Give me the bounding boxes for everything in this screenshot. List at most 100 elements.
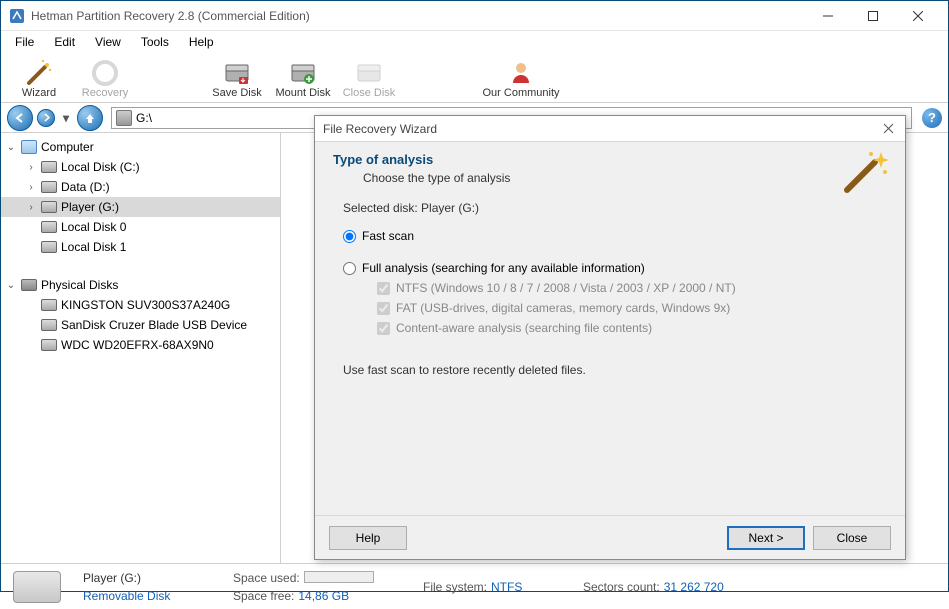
app-icon — [9, 8, 25, 24]
recovery-button: Recovery — [75, 59, 135, 99]
tree-item-label: Local Disk 1 — [61, 240, 126, 254]
menu-tools[interactable]: Tools — [131, 33, 179, 51]
dialog-body: Type of analysis Choose the type of anal… — [315, 142, 905, 515]
content-aware-checkbox-input — [377, 322, 390, 335]
up-button[interactable] — [77, 105, 103, 131]
community-label: Our Community — [482, 87, 559, 99]
dialog-title: File Recovery Wizard — [323, 122, 879, 136]
full-analysis-radio-input[interactable] — [343, 262, 356, 275]
status-bar: Player (G:) Removable Disk Space used: S… — [1, 563, 948, 609]
dialog-subheading: Choose the type of analysis — [363, 171, 887, 185]
close-button[interactable]: Close — [813, 526, 891, 550]
fast-scan-radio[interactable]: Fast scan — [343, 229, 887, 243]
chevron-right-icon: › — [25, 182, 37, 193]
save-disk-button[interactable]: Save Disk — [207, 59, 267, 99]
tree-physical-label: Physical Disks — [41, 278, 118, 292]
close-disk-button: Close Disk — [339, 59, 399, 99]
sectors-label: Sectors count: — [583, 580, 660, 594]
tree-computer[interactable]: ⌄ Computer — [1, 137, 280, 157]
close-disk-label: Close Disk — [343, 87, 396, 99]
chevron-right-icon: › — [25, 162, 37, 173]
menu-help[interactable]: Help — [179, 33, 224, 51]
full-analysis-label: Full analysis (searching for any availab… — [362, 261, 645, 275]
drive-icon — [41, 199, 57, 215]
tree-item[interactable]: › Local Disk 0 — [1, 217, 280, 237]
full-analysis-radio[interactable]: Full analysis (searching for any availab… — [343, 261, 887, 275]
minimize-button[interactable] — [805, 2, 850, 30]
community-icon — [507, 59, 535, 87]
tree-physical[interactable]: ⌄ Physical Disks — [1, 275, 280, 295]
fat-checkbox: FAT (USB-drives, digital cameras, memory… — [377, 301, 887, 315]
tree-item[interactable]: › SanDisk Cruzer Blade USB Device — [1, 315, 280, 335]
window-title: Hetman Partition Recovery 2.8 (Commercia… — [31, 9, 805, 23]
fast-scan-radio-input[interactable] — [343, 230, 356, 243]
tree-item-label: Player (G:) — [61, 200, 119, 214]
dialog-hint: Use fast scan to restore recently delete… — [343, 363, 887, 377]
drive-large-icon — [13, 571, 61, 603]
back-button[interactable] — [7, 105, 33, 131]
ntfs-label: NTFS (Windows 10 / 8 / 7 / 2008 / Vista … — [396, 281, 736, 295]
dialog-footer: Help Next > Close — [315, 515, 905, 559]
community-button[interactable]: Our Community — [471, 59, 571, 99]
dialog-close-icon[interactable] — [879, 120, 897, 138]
tree-computer-label: Computer — [41, 140, 94, 154]
tree-item-label: Local Disk 0 — [61, 220, 126, 234]
tree-item-label: KINGSTON SUV300S37A240G — [61, 298, 230, 312]
history-dropdown[interactable]: ▾ — [59, 105, 73, 131]
menu-bar: File Edit View Tools Help — [1, 31, 948, 53]
content-aware-checkbox: Content-aware analysis (searching file c… — [377, 321, 887, 335]
drive-icon — [41, 317, 57, 333]
drive-icon — [116, 110, 132, 126]
status-disk-name: Player (G:) — [83, 571, 223, 585]
mount-disk-button[interactable]: Mount Disk — [273, 59, 333, 99]
help-button[interactable]: Help — [329, 526, 407, 550]
wizard-button[interactable]: Wizard — [9, 59, 69, 99]
ntfs-checkbox-input — [377, 282, 390, 295]
tree-item-selected[interactable]: › Player (G:) — [1, 197, 280, 217]
tree-item-label: SanDisk Cruzer Blade USB Device — [61, 318, 247, 332]
status-disk-type: Removable Disk — [83, 589, 223, 603]
file-recovery-wizard-dialog: File Recovery Wizard Type of analysis Ch… — [314, 115, 906, 560]
save-disk-label: Save Disk — [212, 87, 262, 99]
title-bar: Hetman Partition Recovery 2.8 (Commercia… — [1, 1, 948, 31]
filesystem-value: NTFS — [491, 580, 522, 594]
space-used-label: Space used: — [233, 571, 300, 585]
drive-icon — [41, 159, 57, 175]
sidebar-tree[interactable]: ⌄ Computer › Local Disk (C:) › Data (D:)… — [1, 133, 281, 563]
chevron-down-icon: ⌄ — [5, 142, 17, 153]
fat-label: FAT (USB-drives, digital cameras, memory… — [396, 301, 730, 315]
close-button[interactable] — [895, 2, 940, 30]
drive-icon — [41, 337, 57, 353]
drive-icon — [41, 219, 57, 235]
next-button[interactable]: Next > — [727, 526, 805, 550]
menu-file[interactable]: File — [5, 33, 44, 51]
help-icon[interactable]: ? — [922, 108, 942, 128]
tree-item[interactable]: › KINGSTON SUV300S37A240G — [1, 295, 280, 315]
wand-icon — [25, 59, 53, 87]
maximize-button[interactable] — [850, 2, 895, 30]
save-disk-icon — [223, 59, 251, 87]
wizard-label: Wizard — [22, 87, 56, 99]
content-aware-label: Content-aware analysis (searching file c… — [396, 321, 652, 335]
recovery-icon — [91, 59, 119, 87]
tree-item[interactable]: › Local Disk 1 — [1, 237, 280, 257]
forward-button[interactable] — [37, 109, 55, 127]
menu-edit[interactable]: Edit — [44, 33, 85, 51]
space-free-value: 14,86 GB — [298, 589, 349, 603]
fat-checkbox-input — [377, 302, 390, 315]
space-free-label: Space free: — [233, 589, 294, 603]
physical-disks-icon — [21, 277, 37, 293]
window-controls — [805, 2, 940, 30]
filesystem-label: File system: — [423, 580, 487, 594]
tree-item-label: WDC WD20EFRX-68AX9N0 — [61, 338, 214, 352]
computer-icon — [21, 139, 37, 155]
wand-large-icon — [841, 148, 889, 196]
tree-item[interactable]: › WDC WD20EFRX-68AX9N0 — [1, 335, 280, 355]
tree-item[interactable]: › Local Disk (C:) — [1, 157, 280, 177]
tree-item-label: Data (D:) — [61, 180, 110, 194]
fast-scan-label: Fast scan — [362, 229, 414, 243]
sectors-value: 31 262 720 — [664, 580, 724, 594]
menu-view[interactable]: View — [85, 33, 131, 51]
tree-item[interactable]: › Data (D:) — [1, 177, 280, 197]
dialog-heading: Type of analysis — [333, 152, 887, 167]
